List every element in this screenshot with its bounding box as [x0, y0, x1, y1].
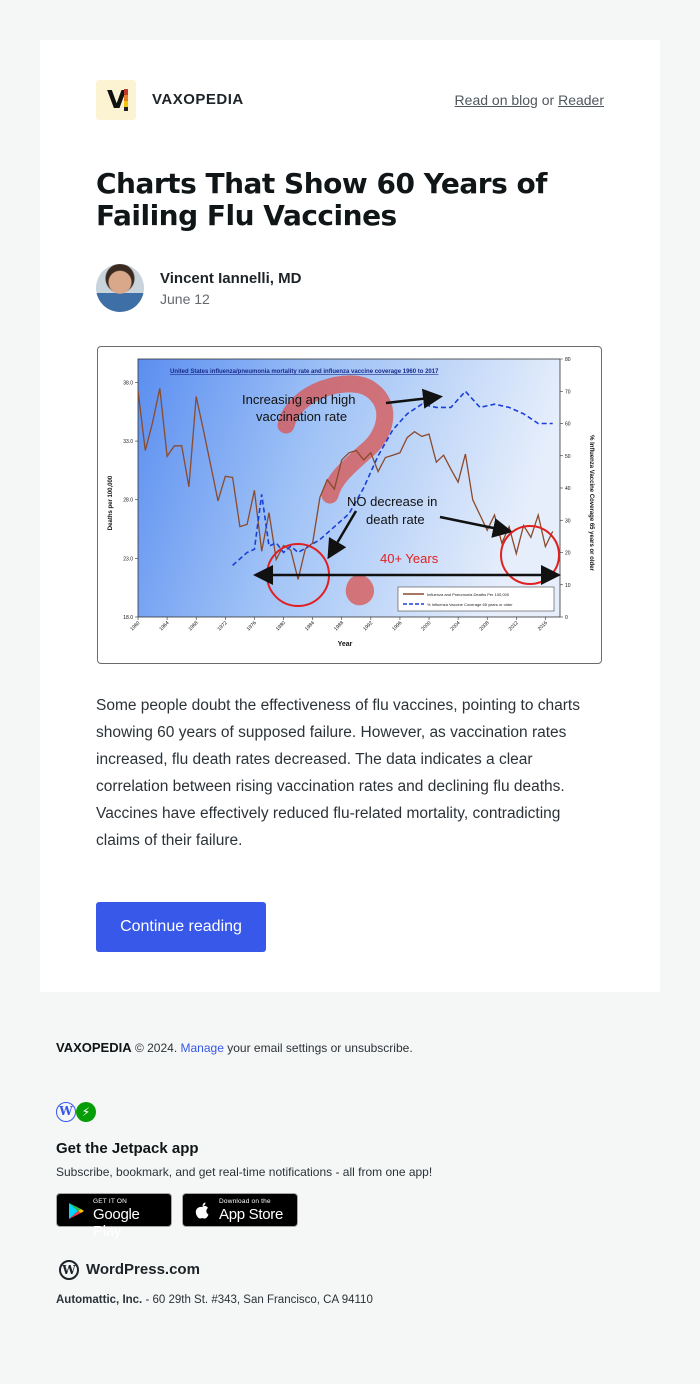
- chart-legend: Influenza and Pneumonia Deaths Per 100,0…: [397, 586, 555, 612]
- author-avatar: [96, 264, 144, 312]
- email-footer: VAXOPEDIA © 2024. Manage your email sett…: [56, 1040, 656, 1306]
- wordpress-com-brand[interactable]: W WordPress.com: [59, 1260, 259, 1282]
- post-card: V VAXOPEDIA Read on blog or Reader Chart…: [40, 40, 660, 992]
- continue-reading-button[interactable]: Continue reading: [96, 902, 266, 952]
- footer-year: © 2024.: [134, 1041, 178, 1055]
- x-tick-label: 2000: [420, 620, 432, 632]
- wordpress-icon: W: [56, 1102, 76, 1122]
- x-tick-label: 1976: [246, 620, 258, 632]
- annotation-40-years: 40+ Years: [380, 551, 439, 566]
- google-play-small: GET IT ON: [93, 1198, 128, 1205]
- app-icons: W ⚡: [56, 1102, 100, 1124]
- email-header: V VAXOPEDIA Read on blog or Reader: [96, 80, 604, 120]
- manage-link[interactable]: Manage: [181, 1041, 224, 1055]
- company-name: Automattic, Inc.: [56, 1294, 143, 1306]
- x-axis-label: Year: [338, 641, 353, 648]
- y-tick-label: 23.0: [123, 556, 133, 562]
- site-logo[interactable]: V: [96, 80, 136, 120]
- y-axis-label: Deaths per 100,000: [108, 475, 114, 530]
- x-tick-label: 2008: [479, 620, 491, 632]
- x-tick-label: 2012: [508, 620, 520, 632]
- jetpack-icon: ⚡: [76, 1102, 96, 1122]
- footer-copyright: VAXOPEDIA © 2024. Manage your email sett…: [56, 1040, 656, 1055]
- featured-image[interactable]: United States influenza/pneumonia mortal…: [97, 346, 602, 664]
- flu-chart: United States influenza/pneumonia mortal…: [108, 357, 594, 648]
- y2-tick-label: 60: [565, 422, 571, 428]
- site-name[interactable]: VAXOPEDIA: [152, 91, 244, 108]
- x-tick-label: 1992: [362, 620, 374, 632]
- google-play-big: Google Play: [93, 1206, 140, 1240]
- wordpress-com-text: WordPress.com: [86, 1261, 200, 1278]
- apple-icon: [195, 1202, 209, 1219]
- read-on-blog-link[interactable]: Read on blog: [455, 92, 538, 108]
- x-axis-ticks: 1960 1964 1968 1972 1976 1980 1984 1988 1992 1996…: [129, 617, 549, 632]
- footer-brand: VAXOPEDIA: [56, 1040, 132, 1055]
- app-store-badge[interactable]: Download on the App Store: [182, 1193, 298, 1227]
- author-block: Vincent Iannelli, MD June 12: [96, 264, 496, 312]
- x-tick-label: 1964: [158, 620, 170, 632]
- legend-mortality: Influenza and Pneumonia Deaths Per 100,0…: [427, 592, 510, 597]
- y-tick-label: 38.0: [123, 380, 133, 386]
- jetpack-title: Get the Jetpack app: [56, 1140, 199, 1157]
- x-tick-label: 2016: [537, 620, 549, 632]
- y-tick-label: 33.0: [123, 439, 133, 445]
- x-tick-label: 1988: [333, 620, 345, 632]
- x-tick-label: 1960: [129, 620, 141, 632]
- right-axis-ticks: 0 10 20 30 40 50 60 70 80: [560, 357, 571, 621]
- annotation-no-decrease: NO decrease in: [347, 494, 437, 509]
- read-links: Read on blog or Reader: [455, 92, 604, 108]
- manage-rest: your email settings or unsubscribe.: [227, 1041, 413, 1055]
- x-tick-label: 1980: [275, 620, 287, 632]
- or-text: or: [541, 92, 555, 108]
- post-date: June 12: [160, 291, 210, 307]
- y2-tick-label: 0: [565, 615, 568, 621]
- x-tick-label: 1996: [391, 620, 403, 632]
- post-excerpt: Some people doubt the effectiveness of f…: [96, 697, 580, 849]
- left-axis-ticks: 18.0 23.0 28.0 33.0 38.0: [123, 380, 138, 621]
- reader-link[interactable]: Reader: [558, 92, 604, 108]
- annotation-vaccination-rate: vaccination rate: [256, 409, 347, 424]
- post-title[interactable]: Charts That Show 60 Years of Failing Flu…: [96, 168, 616, 232]
- annotation-death-rate: death rate: [366, 512, 425, 527]
- wordpress-logo-icon: W: [59, 1260, 79, 1280]
- y2-tick-label: 50: [565, 454, 571, 460]
- y2-tick-label: 20: [565, 551, 571, 557]
- app-store-small: Download on the: [219, 1198, 271, 1205]
- y2-tick-label: 70: [565, 389, 571, 395]
- y2-tick-label: 10: [565, 583, 571, 589]
- company-address: Automattic, Inc. - 60 29th St. #343, San…: [56, 1294, 373, 1306]
- google-play-icon: [69, 1203, 84, 1219]
- y2-tick-label: 40: [565, 486, 571, 492]
- y-tick-label: 18.0: [123, 615, 133, 621]
- y-tick-label: 28.0: [123, 498, 133, 504]
- y2-tick-label: 80: [565, 357, 571, 363]
- company-street: - 60 29th St. #343, San Francisco, CA 94…: [145, 1294, 373, 1306]
- x-tick-label: 1984: [304, 620, 316, 632]
- x-tick-label: 1972: [217, 620, 229, 632]
- logo-bar-black: [124, 107, 128, 111]
- chart-title: United States influenza/pneumonia mortal…: [170, 369, 439, 375]
- y2-tick-label: 30: [565, 518, 571, 524]
- x-tick-label: 2004: [449, 620, 461, 632]
- y2-axis-label: % Influenza Vaccine Coverage 65 years or…: [588, 435, 594, 571]
- author-name: Vincent Iannelli, MD: [160, 270, 302, 287]
- annotation-increasing: Increasing and high: [242, 392, 355, 407]
- legend-coverage: % Influenza Vaccine Coverage 65 years or…: [427, 602, 513, 607]
- jetpack-subtitle: Subscribe, bookmark, and get real-time n…: [56, 1165, 433, 1179]
- x-tick-label: 1968: [188, 620, 200, 632]
- google-play-badge[interactable]: GET IT ON Google Play: [56, 1193, 172, 1240]
- app-store-big: App Store: [219, 1206, 284, 1223]
